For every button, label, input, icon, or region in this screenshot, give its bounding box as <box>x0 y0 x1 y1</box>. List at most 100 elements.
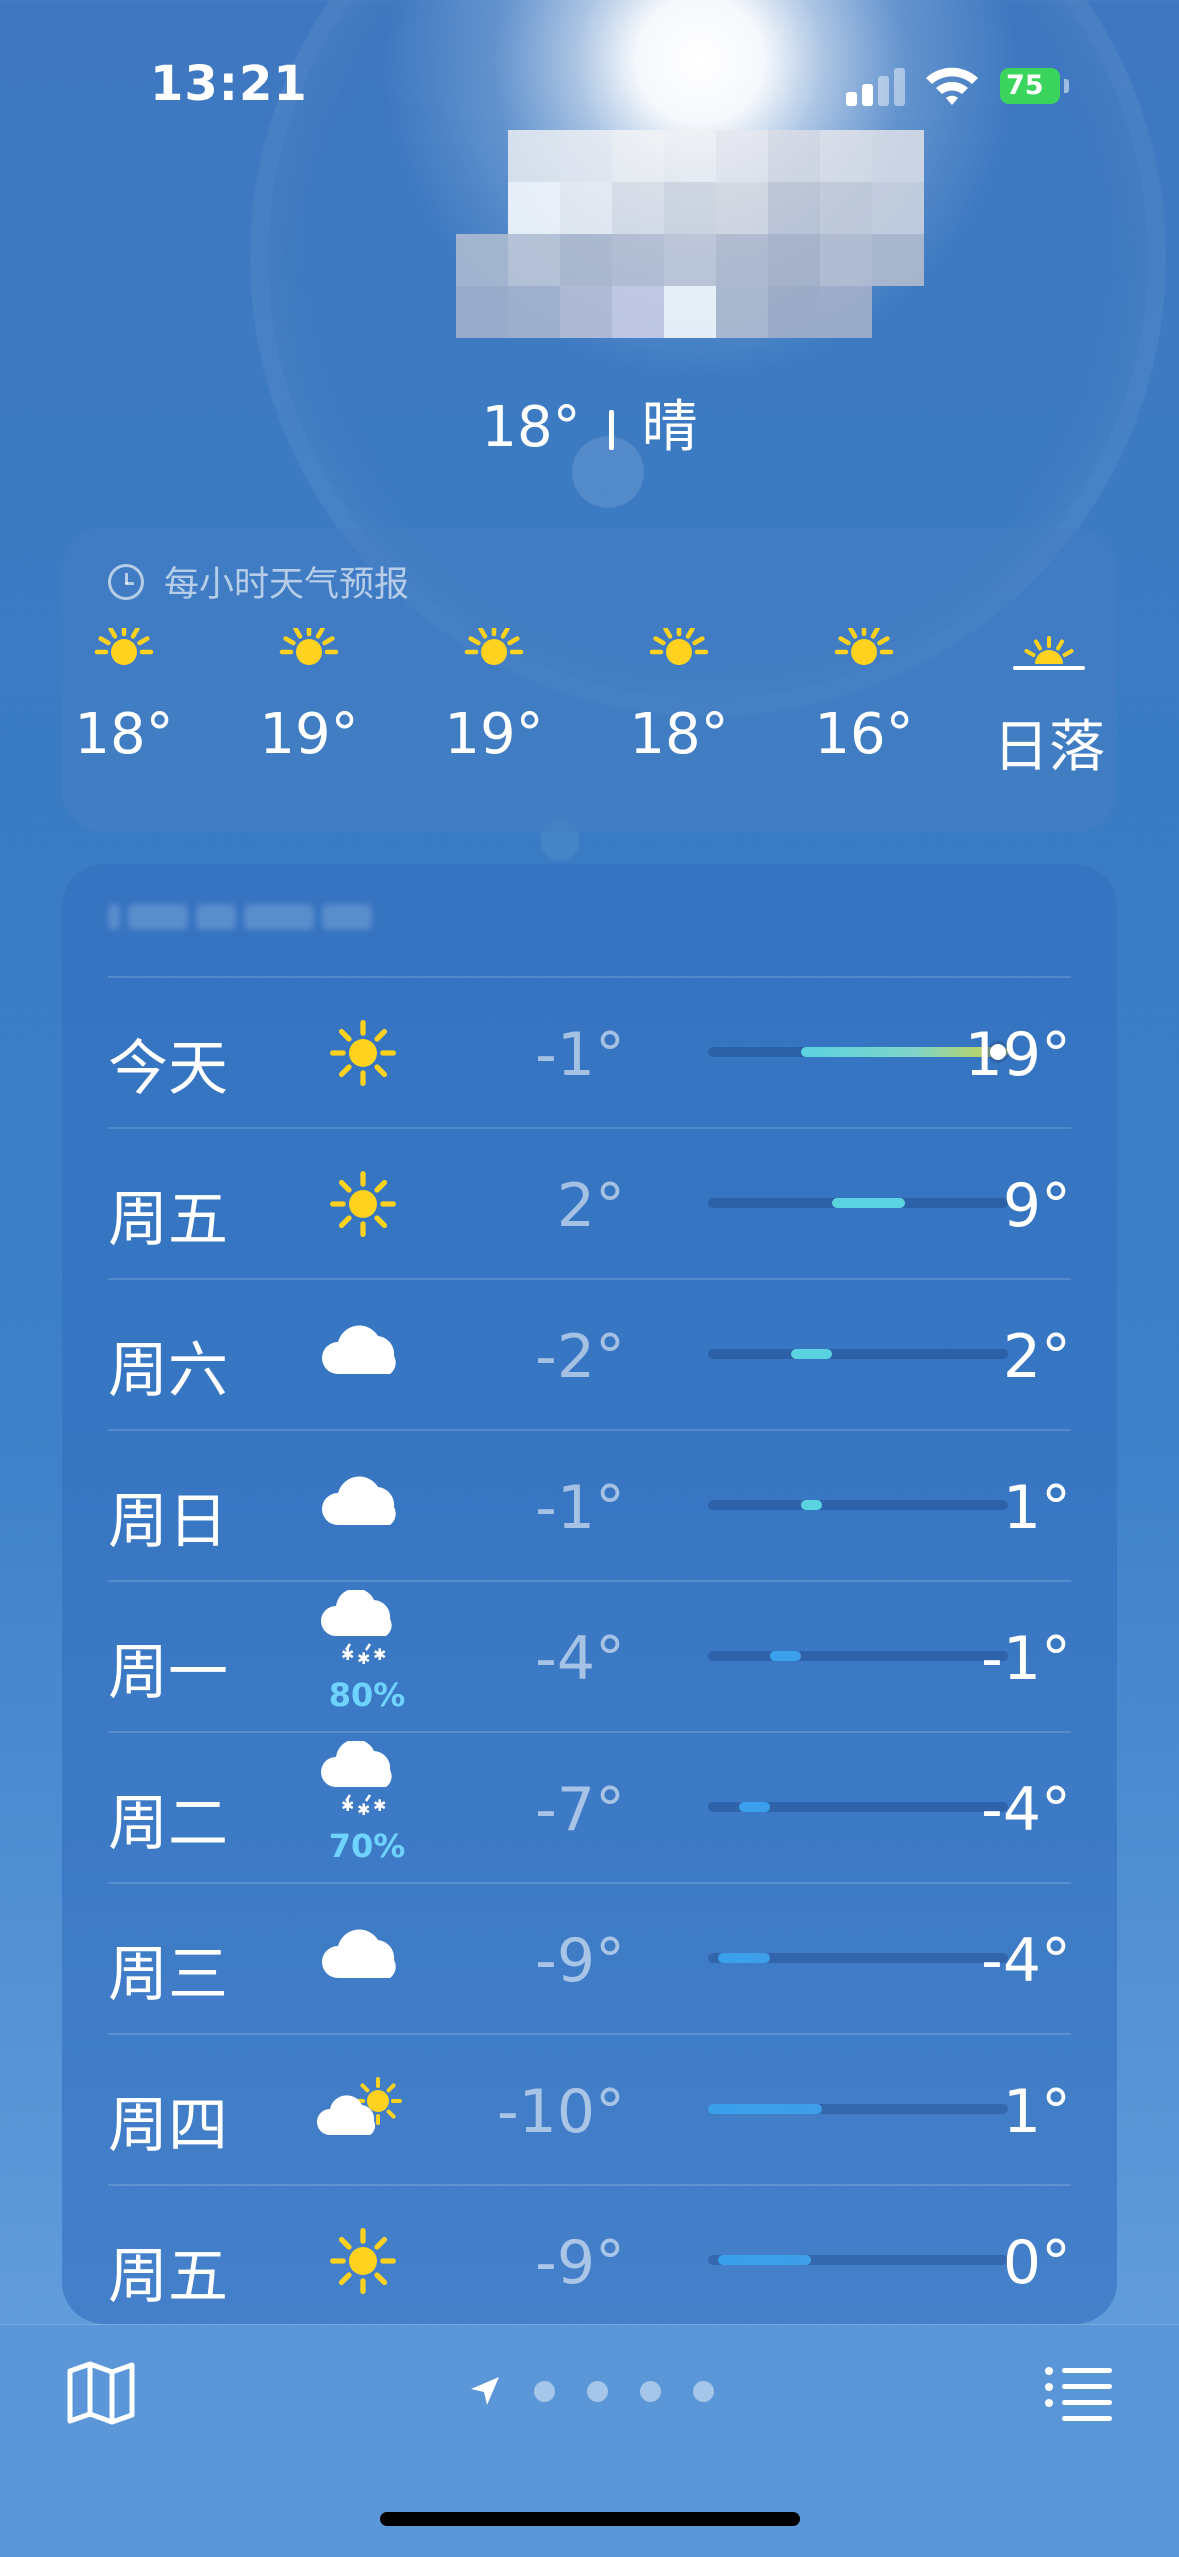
map-icon[interactable] <box>66 2361 136 2425</box>
high-temperature: 2° <box>1002 1322 1071 1392</box>
page-dot[interactable] <box>587 2380 608 2402</box>
hourly-temperature: 日落 <box>993 715 1105 780</box>
low-temperature: -1° <box>535 1473 625 1543</box>
clock-icon <box>108 563 144 600</box>
high-temperature: 9° <box>1002 1171 1071 1241</box>
temperature-range-bar <box>708 1953 1008 1963</box>
temperature-range-fill <box>718 2255 812 2265</box>
hourly-forecast-title: 每小时天气预报 <box>164 565 410 605</box>
current-temperature: 18° <box>481 395 581 460</box>
current-condition: 晴 <box>641 395 698 460</box>
low-temperature: -9° <box>535 1926 625 1996</box>
daily-row[interactable]: 周三 -9° -4° <box>108 1882 1071 2033</box>
temperature-range-fill <box>790 1349 833 1359</box>
day-name: 周五 <box>108 2242 228 2312</box>
page-indicator[interactable] <box>468 2371 714 2411</box>
page-dot[interactable] <box>640 2380 661 2402</box>
daily-forecast-card[interactable]: 今天 -1° 19° 周五 2° 9° 周六 -2° 2° 周日 -1° 1° 周一 ✱ ✱ ✱ 8… <box>62 864 1117 2324</box>
sun-icon <box>219 622 399 688</box>
daily-row[interactable]: 周一 ✱ ✱ ✱ 80% -4° -1° <box>108 1580 1071 1731</box>
temperature-range-bar <box>708 1500 1008 1510</box>
hourly-forecast-header: 每小时天气预报 <box>108 556 409 607</box>
high-temperature: -4° <box>981 1926 1071 1996</box>
cloud-icon <box>308 1459 418 1549</box>
separator <box>608 410 614 450</box>
temperature-range-fill <box>832 1198 905 1208</box>
high-temperature: 1° <box>1002 1473 1071 1543</box>
low-temperature: -7° <box>535 1775 625 1845</box>
battery-indicator: 75 <box>1000 68 1070 104</box>
temperature-range-fill <box>708 2104 822 2114</box>
sun-icon <box>308 1157 418 1247</box>
daily-row[interactable]: 周日 -1° 1° <box>108 1429 1071 1580</box>
wifi-icon <box>926 67 978 105</box>
sunset-icon <box>959 628 1117 688</box>
hourly-forecast-card[interactable]: 每小时天气预报 18° 19° 19° 18° 16° 日落 <box>62 528 1117 832</box>
daily-row[interactable]: 周二 ✱ ✱ ✱ 70% -7° -4° <box>108 1731 1071 1882</box>
temperature-range-bar <box>708 1651 1008 1661</box>
high-temperature: -4° <box>981 1775 1071 1845</box>
page-dot[interactable] <box>534 2380 555 2402</box>
hourly-temperature: 19° <box>444 702 544 767</box>
home-indicator[interactable] <box>380 2512 800 2526</box>
precipitation-chance: 80% <box>328 1676 406 1714</box>
daily-row[interactable]: 周五 2° 9° <box>108 1127 1071 1278</box>
svg-text:✱: ✱ <box>373 1796 386 1815</box>
svg-text:✱: ✱ <box>373 1645 386 1664</box>
daily-forecast-title-redacted <box>108 904 408 944</box>
location-name-redacted <box>456 130 924 360</box>
status-time: 13:21 <box>150 56 308 112</box>
day-name: 周六 <box>108 1336 228 1406</box>
high-temperature: 0° <box>1002 2228 1071 2298</box>
temperature-range-bar <box>708 2255 1008 2265</box>
low-temperature: -1° <box>535 1020 625 1090</box>
day-name: 周一 <box>108 1638 228 1708</box>
hourly-temperature: 19° <box>259 702 359 767</box>
svg-text:✱: ✱ <box>357 1800 370 1819</box>
low-temperature: -4° <box>535 1624 625 1694</box>
cellular-signal-icon <box>846 66 906 106</box>
snow-cloud-icon: ✱ ✱ ✱ <box>308 1588 418 1680</box>
day-name: 周二 <box>108 1789 228 1859</box>
daily-row[interactable]: 周六 -2° 2° <box>108 1278 1071 1429</box>
list-icon[interactable] <box>1044 2365 1114 2421</box>
day-name: 周五 <box>108 1185 228 1255</box>
daily-row[interactable]: 周五 -9° 0° <box>108 2184 1071 2324</box>
day-name: 今天 <box>108 1034 228 1104</box>
temperature-range-fill <box>718 1953 771 1963</box>
temperature-range-bar <box>708 1802 1008 1812</box>
daily-row[interactable]: 周四 -10° 1° <box>108 2033 1071 2184</box>
temperature-range-fill <box>770 1651 802 1661</box>
hourly-temperature: 18° <box>629 702 729 767</box>
hourly-item: 日落 <box>959 628 1117 783</box>
high-temperature: 19° <box>964 1020 1071 1090</box>
temperature-range-fill <box>801 1500 822 1510</box>
battery-level: 75 <box>1000 68 1060 104</box>
sun-icon <box>308 2214 418 2304</box>
sun-icon <box>62 622 214 688</box>
temperature-range-bar <box>708 1044 1008 1060</box>
svg-text:✱: ✱ <box>357 1649 370 1668</box>
day-name: 周三 <box>108 1940 228 2010</box>
location-arrow-icon[interactable] <box>468 2374 502 2408</box>
low-temperature: -2° <box>535 1322 625 1392</box>
sun-icon <box>589 622 769 688</box>
hourly-temperature: 18° <box>74 702 174 767</box>
cloud-icon <box>308 1308 418 1398</box>
low-temperature: 2° <box>556 1171 625 1241</box>
hourly-item: 18° <box>589 622 769 767</box>
sun-icon <box>308 1006 418 1096</box>
sun-icon <box>774 622 954 688</box>
low-temperature: -9° <box>535 2228 625 2298</box>
sun-icon <box>404 622 584 688</box>
page-dot[interactable] <box>693 2380 714 2402</box>
daily-row[interactable]: 今天 -1° 19° <box>108 976 1071 1127</box>
high-temperature: 1° <box>1002 2077 1071 2147</box>
day-name: 周日 <box>108 1487 228 1557</box>
current-summary: 18° 晴 <box>0 382 1179 463</box>
hourly-item: 19° <box>219 622 399 767</box>
day-name: 周四 <box>108 2091 228 2161</box>
precipitation-chance: 70% <box>328 1827 406 1865</box>
cloud-icon <box>308 1912 418 2002</box>
temperature-range-bar <box>708 1349 1008 1359</box>
